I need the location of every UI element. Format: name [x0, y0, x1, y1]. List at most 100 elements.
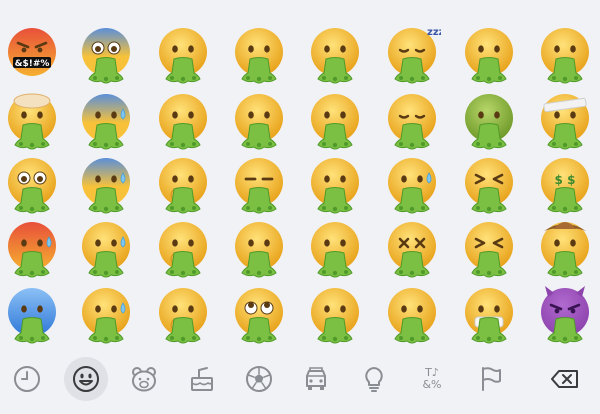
emoji-vomit-plain-icon [311, 28, 359, 84]
tab-smileys[interactable] [64, 357, 108, 401]
emoji-mask[interactable] [460, 283, 518, 345]
emoji-squint-icon [465, 222, 513, 278]
emoji-expressionless[interactable] [230, 153, 288, 215]
emoji-cold-sweat-icon [82, 94, 130, 150]
svg-text:&$!#%: &$!#% [15, 59, 50, 69]
svg-text:$ $: $ $ [555, 173, 576, 187]
soccer-ball-icon [246, 366, 272, 392]
emoji-anxious-sweat-icon [82, 158, 130, 214]
emoji-anxious-sweat[interactable] [77, 153, 135, 215]
emoji-nauseated-icon [465, 94, 513, 150]
emoji-shushing[interactable] [154, 217, 212, 279]
emoji-vomit-plain-3[interactable] [306, 217, 364, 279]
emoji-downcast-sweat-icon [82, 288, 130, 344]
emoji-zipper-icon [388, 288, 436, 344]
emoji-tired[interactable] [460, 153, 518, 215]
tab-activity[interactable] [237, 357, 281, 401]
emoji-mask-icon [465, 288, 513, 344]
emoji-scream[interactable] [77, 23, 135, 85]
backspace-icon [551, 370, 578, 388]
emoji-dizzy[interactable] [383, 217, 441, 279]
tab-flags[interactable] [468, 357, 512, 401]
clock-icon [14, 366, 40, 392]
emoji-vomit-blush-icon [235, 28, 283, 84]
lightbulb-icon [365, 367, 383, 392]
emoji-vomit-grin[interactable] [154, 23, 212, 85]
delete-button[interactable] [543, 357, 587, 401]
emoji-tired-icon [465, 158, 513, 214]
emoji-angry-sweat[interactable] [3, 217, 61, 279]
emoji-money-mouth-icon: $ $ [541, 158, 589, 214]
emoji-vomit-plain-3-icon [311, 222, 359, 278]
emoji-hand-over-mouth[interactable] [154, 153, 212, 215]
emoji-cold-icon [8, 288, 56, 344]
car-icon [306, 367, 326, 390]
emoji-vomit-relieved-icon [388, 94, 436, 150]
flag-icon [482, 367, 501, 391]
emoji-rolling-eyes[interactable] [230, 283, 288, 345]
emoji-rolling-eyes-icon [235, 288, 283, 344]
emoji-crying-tear[interactable] [383, 153, 441, 215]
emoji-hushed[interactable] [306, 153, 364, 215]
emoji-bandage-icon [541, 94, 589, 150]
tab-animals[interactable] [122, 357, 166, 401]
emoji-expressionless-icon [235, 158, 283, 214]
emoji-devil-icon [541, 286, 589, 344]
emoji-nauseated[interactable] [460, 89, 518, 151]
emoji-cursing[interactable]: &$!#% [3, 23, 61, 85]
emoji-cowboy[interactable] [536, 217, 594, 279]
emoji-vomit-plain-2-icon [311, 94, 359, 150]
emoji-grid: &$!#% zz $ $ [0, 0, 600, 345]
emoji-grimace-icon [235, 222, 283, 278]
tab-objects[interactable] [352, 357, 396, 401]
symbols-icon-bottom: &% [422, 378, 442, 391]
smiley-icon [73, 366, 99, 392]
emoji-devil[interactable] [536, 283, 594, 345]
emoji-vomit-plain-2[interactable] [306, 89, 364, 151]
emoji-cursing-hand[interactable] [154, 283, 212, 345]
emoji-hushed-2[interactable] [306, 283, 364, 345]
emoji-dizzy-icon [388, 222, 436, 278]
emoji-exploding-icon [8, 93, 56, 150]
emoji-flushed-icon [8, 158, 56, 214]
emoji-vomit-woozy-icon [465, 28, 513, 84]
tab-travel[interactable] [294, 357, 338, 401]
emoji-hushed-icon [311, 158, 359, 214]
emoji-flushed[interactable] [3, 153, 61, 215]
emoji-vomit-woozy[interactable] [460, 23, 518, 85]
emoji-raised-brow[interactable] [154, 89, 212, 151]
emoji-cowboy-icon [541, 222, 589, 278]
emoji-angry-sweat-icon [8, 222, 56, 278]
svg-text:zzz: zzz [427, 27, 441, 38]
emoji-hand-over-mouth-icon [159, 158, 207, 214]
emoji-squint[interactable] [460, 217, 518, 279]
emoji-vomit-blush[interactable] [230, 23, 288, 85]
emoji-cold-sweat[interactable] [77, 89, 135, 151]
emoji-vomit-plain[interactable] [306, 23, 364, 85]
emoji-shushing-icon [159, 222, 207, 278]
emoji-cold[interactable] [3, 283, 61, 345]
emoji-sad-sweat-icon [82, 222, 130, 278]
emoji-vomit-grin-icon [159, 28, 207, 84]
emoji-vomit-sleep[interactable]: zzz [383, 23, 441, 85]
tab-food[interactable] [180, 357, 224, 401]
emoji-raised-brow-icon [159, 94, 207, 150]
tab-recent[interactable] [5, 357, 49, 401]
emoji-zipper[interactable] [383, 283, 441, 345]
emoji-vomit-tongue[interactable] [536, 23, 594, 85]
emoji-exploding[interactable] [3, 89, 61, 151]
emoji-vomit-neutral-icon [235, 94, 283, 150]
emoji-vomit-sleep-icon: zzz [388, 27, 441, 84]
emoji-bandage[interactable] [536, 89, 594, 151]
emoji-sad-sweat[interactable] [77, 217, 135, 279]
emoji-vomit-relieved[interactable] [383, 89, 441, 151]
emoji-downcast-sweat[interactable] [77, 283, 135, 345]
cake-icon [191, 367, 213, 391]
emoji-cursing-hand-icon [159, 288, 207, 344]
emoji-money-mouth[interactable]: $ $ [536, 153, 594, 215]
emoji-category-bar: T♪ &% [0, 345, 600, 414]
emoji-grimace[interactable] [230, 217, 288, 279]
tab-symbols[interactable]: T♪ &% [410, 357, 454, 401]
symbols-icon: T♪ &% [422, 367, 441, 391]
emoji-vomit-neutral[interactable] [230, 89, 288, 151]
